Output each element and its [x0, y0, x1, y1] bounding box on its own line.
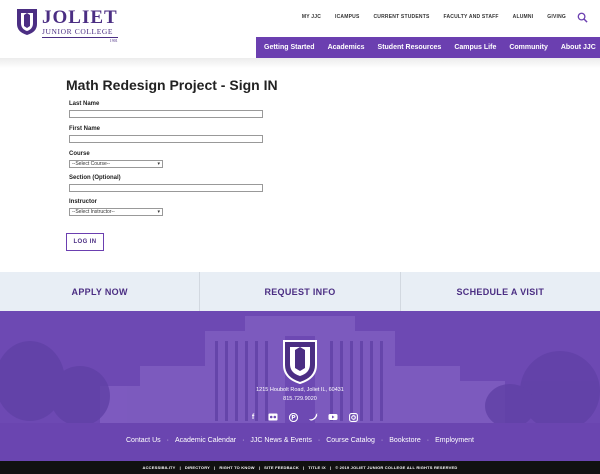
legal-separator: |: [214, 465, 216, 470]
footer-address: 1215 Houbolt Road, Joliet IL, 60431: [256, 387, 344, 393]
footer-phone[interactable]: 815.729.9020: [0, 396, 600, 402]
apply-now-link[interactable]: APPLY NOW: [0, 272, 199, 311]
nav-academics[interactable]: Academics: [328, 44, 365, 51]
logo-year: 1901: [42, 36, 118, 43]
twitter-icon[interactable]: [308, 412, 318, 422]
legal-link-site-feedback[interactable]: SITE FEEDBACK: [264, 465, 299, 470]
footer-link-contact[interactable]: Contact Us: [126, 437, 161, 444]
copyright-text: © 2019 JOLIET JUNIOR COLLEGE ALL RIGHTS …: [335, 465, 458, 470]
footer-links: Contact Us · Academic Calendar · JJC New…: [0, 437, 600, 444]
page-title: Math Redesign Project - Sign IN: [66, 77, 278, 93]
nav-about-jjc[interactable]: About JJC: [561, 44, 596, 51]
link-separator: ·: [242, 437, 245, 444]
flickr-icon[interactable]: [268, 412, 278, 422]
link-separator: ·: [380, 437, 384, 444]
utility-link-giving[interactable]: GIVING: [547, 14, 566, 20]
site-header: JOLIET JUNIOR COLLEGE 1901 MY JJC ICAMPU…: [0, 0, 600, 62]
utility-link-icampus[interactable]: ICAMPUS: [335, 14, 359, 20]
nav-campus-life[interactable]: Campus Life: [454, 44, 496, 51]
facebook-icon[interactable]: f: [248, 412, 258, 422]
footer-link-calendar[interactable]: Academic Calendar: [175, 437, 236, 444]
utility-nav: MY JJC ICAMPUS CURRENT STUDENTS FACULTY …: [302, 14, 566, 20]
last-name-input[interactable]: [69, 110, 263, 118]
nav-student-resources[interactable]: Student Resources: [378, 44, 442, 51]
course-select-value: --Select Course--: [72, 161, 111, 167]
link-separator: ·: [166, 437, 169, 444]
legal-link-title-ix[interactable]: TITLE IX: [308, 465, 326, 470]
search-icon[interactable]: [577, 12, 588, 23]
header-divider: [0, 58, 600, 68]
schedule-visit-link[interactable]: SCHEDULE A VISIT: [399, 272, 600, 311]
svg-text:P: P: [291, 414, 296, 421]
legal-bar: ACCESSIBILITY | DIRECTORY | RIGHT TO KNO…: [0, 461, 600, 474]
social-links: f P: [248, 412, 358, 422]
shield-logo-icon: [283, 340, 317, 385]
jjc-logo[interactable]: JOLIET JUNIOR COLLEGE 1901: [16, 8, 118, 43]
utility-link-faculty-staff[interactable]: FACULTY AND STAFF: [443, 14, 498, 20]
footer-link-news[interactable]: JJC News & Events: [250, 437, 311, 444]
first-name-label: First Name: [69, 126, 101, 132]
legal-separator: |: [302, 465, 305, 470]
utility-link-current-students[interactable]: CURRENT STUDENTS: [374, 14, 430, 20]
legal-link-directory[interactable]: DIRECTORY: [185, 465, 210, 470]
legal-link-right-to-know[interactable]: RIGHT TO KNOW: [219, 465, 254, 470]
instructor-select[interactable]: --Select Instructor-- ▾: [69, 208, 163, 216]
nav-community[interactable]: Community: [509, 44, 548, 51]
utility-link-my-jjc[interactable]: MY JJC: [302, 14, 321, 20]
section-input[interactable]: [69, 184, 263, 192]
footer-link-employment[interactable]: Employment: [435, 437, 474, 444]
footer-link-catalog[interactable]: Course Catalog: [326, 437, 375, 444]
link-separator: ·: [317, 437, 321, 444]
shield-logo-icon: [17, 9, 37, 35]
request-info-link[interactable]: REQUEST INFO: [199, 272, 399, 311]
log-in-button[interactable]: LOG IN: [66, 233, 104, 251]
legal-separator: |: [329, 465, 332, 470]
chevron-down-icon: ▾: [157, 161, 160, 167]
chevron-down-icon: ▾: [157, 209, 160, 215]
instagram-icon[interactable]: [348, 412, 358, 422]
logo-college: JUNIOR COLLEGE: [42, 27, 114, 36]
last-name-label: Last Name: [69, 101, 100, 107]
utility-link-alumni[interactable]: ALUMNI: [513, 14, 534, 20]
sign-in-form: Last Name First Name Course --Select Cou…: [66, 98, 366, 238]
instructor-select-value: --Select Instructor--: [72, 209, 115, 215]
legal-link-accessibility[interactable]: ACCESSIBILITY: [143, 465, 176, 470]
link-separator: ·: [426, 437, 430, 444]
instructor-label: Instructor: [69, 199, 98, 205]
logo-name: JOLIET: [42, 7, 118, 28]
pinterest-icon[interactable]: P: [288, 412, 298, 422]
legal-separator: |: [179, 465, 181, 470]
legal-separator: |: [258, 465, 261, 470]
youtube-icon[interactable]: [328, 412, 338, 422]
course-select[interactable]: --Select Course-- ▾: [69, 160, 163, 168]
first-name-input[interactable]: [69, 135, 263, 143]
footer-link-bookstore[interactable]: Bookstore: [389, 437, 421, 444]
course-label: Course: [69, 151, 90, 157]
section-label: Section (Optional): [69, 175, 121, 181]
cta-band: APPLY NOW REQUEST INFO SCHEDULE A VISIT: [0, 272, 600, 311]
main-nav: Getting Started Academics Student Resour…: [256, 37, 600, 58]
nav-getting-started[interactable]: Getting Started: [264, 44, 315, 51]
site-footer: 1215 Houbolt Road, Joliet IL, 60431 815.…: [0, 311, 600, 461]
